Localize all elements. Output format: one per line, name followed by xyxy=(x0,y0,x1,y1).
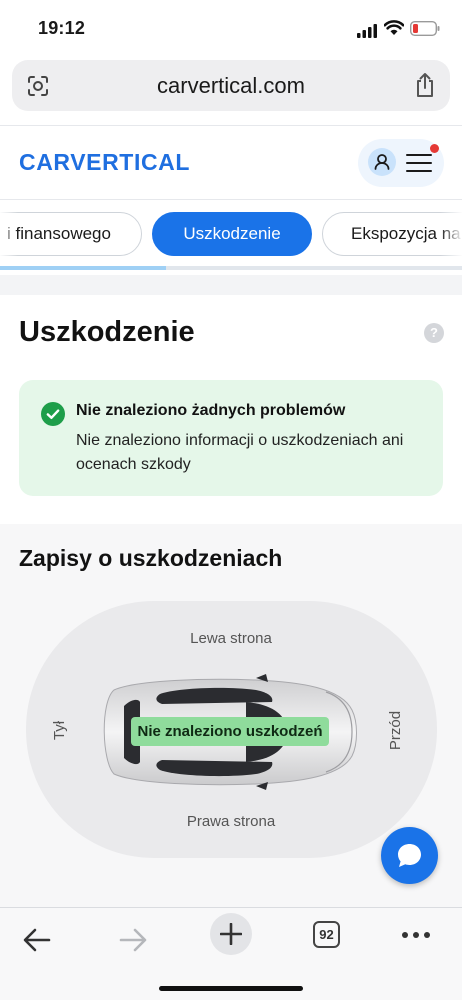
notification-dot xyxy=(430,144,439,153)
help-icon[interactable]: ? xyxy=(424,323,444,343)
arrow-left-icon[interactable] xyxy=(22,926,52,954)
check-circle-icon xyxy=(41,402,65,426)
user-icon[interactable] xyxy=(368,148,396,176)
status-card: Nie znaleziono żadnych problemów Nie zna… xyxy=(19,380,443,496)
hamburger-menu-icon[interactable] xyxy=(406,153,432,173)
more-dots-icon[interactable] xyxy=(401,930,431,940)
new-tab-button[interactable] xyxy=(210,913,252,955)
status-time: 19:12 xyxy=(38,18,86,38)
front-label: Przód xyxy=(387,710,405,751)
carvertical-logo[interactable]: CARVERTICAL xyxy=(19,149,190,176)
cellular-signal-icon xyxy=(357,24,377,38)
status-description: Nie znaleziono informacji o uszkodzeniac… xyxy=(76,432,404,473)
right-side-label: Prawa strona xyxy=(186,813,276,830)
status-bar: 19:12 xyxy=(0,0,462,58)
battery-low-icon xyxy=(410,21,440,36)
arrow-right-icon[interactable] xyxy=(118,926,148,954)
records-title: Zapisy o uszkodzeniach xyxy=(19,545,283,571)
tab-count-button[interactable]: 92 xyxy=(313,921,340,948)
page-title: Uszkodzenie xyxy=(19,316,195,348)
no-damage-badge: Nie znaleziono uszkodzeń xyxy=(131,717,329,746)
chat-bubble-icon xyxy=(398,844,421,867)
tabs-scroll-progress xyxy=(0,266,167,270)
chat-button[interactable] xyxy=(381,827,438,884)
section-separator xyxy=(0,275,462,295)
plus-icon xyxy=(220,923,242,945)
url-text[interactable]: carvertical.com xyxy=(12,73,450,99)
wifi-icon xyxy=(384,20,404,35)
section-tabs: i finansowego Uszkodzenie Ekspozycja na xyxy=(0,212,462,258)
tabs-scroll-track xyxy=(0,266,462,270)
tabs-fade-right xyxy=(440,212,462,258)
home-indicator xyxy=(159,986,303,991)
tab-damage[interactable]: Uszkodzenie xyxy=(152,212,312,256)
share-icon[interactable] xyxy=(414,72,436,98)
left-side-label: Lewa strona xyxy=(190,630,272,647)
address-bar[interactable]: carvertical.com xyxy=(12,60,450,111)
tab-financial[interactable]: i finansowego xyxy=(0,212,142,256)
tabs-fade-left xyxy=(0,212,18,258)
status-title: Nie znaleziono żadnych problemów xyxy=(76,402,346,419)
rear-label: Tył xyxy=(51,720,69,741)
